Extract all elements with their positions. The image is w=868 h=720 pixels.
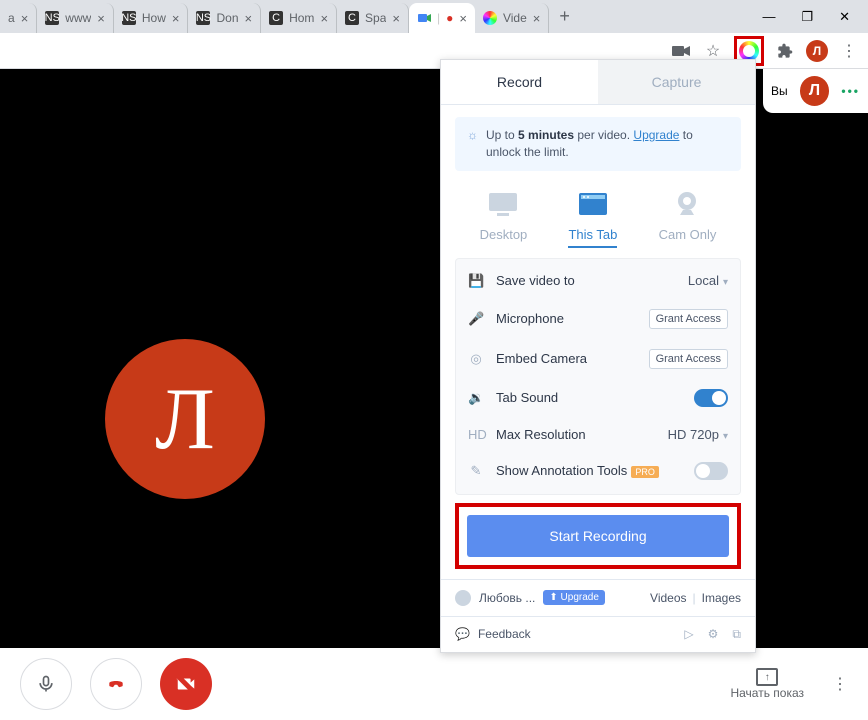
kebab-menu-icon[interactable]: ⋮ (838, 40, 860, 62)
meeting-bottombar: Начать показ ⋮ (0, 648, 868, 720)
upgrade-banner: ☼ Up to 5 minutes per video. Upgrade to … (455, 117, 741, 171)
bulb-icon: ☼ (467, 127, 478, 161)
resolution-value[interactable]: HD 720p▾ (668, 427, 728, 442)
close-icon[interactable]: × (21, 11, 29, 26)
tab-divider: | (437, 11, 440, 25)
popup-tabs: Record Capture (441, 60, 755, 105)
settings-panel: 💾 Save video to Local▾ 🎤 Microphone Gran… (455, 258, 741, 495)
webcam-icon (669, 189, 705, 219)
mode-cam-only[interactable]: Cam Only (659, 189, 717, 248)
mic-button[interactable] (20, 658, 72, 710)
close-icon[interactable]: × (172, 11, 180, 26)
mic-icon: 🎤 (468, 311, 484, 327)
browser-tab-active[interactable]: | ● × (409, 3, 475, 33)
hd-icon: HD (468, 427, 484, 442)
close-icon[interactable]: × (97, 11, 105, 26)
hangup-button[interactable] (90, 658, 142, 710)
more-options-button[interactable]: ⋮ (832, 674, 848, 694)
user-name: Любовь ... (479, 591, 535, 605)
tab-record[interactable]: Record (441, 60, 598, 104)
browser-tab[interactable]: Vide× (475, 3, 549, 33)
present-button[interactable]: Начать показ (730, 668, 804, 700)
self-view-ribbon: Вы Л ••• (763, 69, 868, 113)
minimize-button[interactable]: — (762, 9, 775, 24)
videos-link[interactable]: Videos (650, 591, 686, 605)
browser-tab[interactable]: a× (0, 3, 37, 33)
tab-capture[interactable]: Capture (598, 60, 755, 104)
mode-this-tab[interactable]: This Tab (568, 189, 617, 248)
favicon: NS (122, 11, 136, 25)
favicon: C (345, 11, 359, 25)
feedback-icon: 💬 (455, 627, 470, 641)
close-icon[interactable]: × (392, 11, 400, 26)
close-icon[interactable]: × (320, 11, 328, 26)
close-icon[interactable]: × (245, 11, 253, 26)
present-label: Начать показ (730, 686, 804, 700)
desktop-icon (485, 189, 521, 219)
upgrade-link[interactable]: Upgrade (633, 128, 679, 142)
tab-sound-toggle[interactable] (694, 389, 728, 407)
setting-tab-sound: 🔉 Tab Sound (456, 379, 740, 417)
present-icon (756, 668, 778, 686)
annotation-toggle[interactable] (694, 462, 728, 480)
record-indicator-icon: ● (446, 11, 453, 25)
annotation-icon: ✎ (468, 463, 484, 479)
mode-desktop[interactable]: Desktop (480, 189, 528, 248)
feedback-link[interactable]: Feedback (478, 627, 531, 641)
browser-tab[interactable]: CSpa× (337, 3, 409, 33)
images-link[interactable]: Images (702, 591, 741, 605)
browser-tab[interactable]: NSwww× (37, 3, 114, 33)
save-value[interactable]: Local▾ (688, 273, 728, 288)
setting-annotation: ✎ Show Annotation ToolsPRO (456, 452, 740, 490)
grant-cam-button[interactable]: Grant Access (649, 349, 728, 369)
nimbus-popup: Record Capture ☼ Up to 5 minutes per vid… (440, 59, 756, 653)
setting-microphone: 🎤 Microphone Grant Access (456, 299, 740, 339)
save-icon: 💾 (468, 273, 484, 289)
camera-off-button[interactable] (160, 658, 212, 710)
favicon: NS (45, 11, 59, 25)
more-icon[interactable]: ••• (841, 84, 860, 98)
favicon: NS (196, 11, 210, 25)
tab-icon (575, 189, 611, 219)
user-avatar-icon (455, 590, 471, 606)
popup-footer-user: Любовь ... ⬆ Upgrade Videos | Images (441, 579, 755, 616)
popup-footer-feedback: 💬 Feedback ▷ ⚙ ⧉ (441, 616, 755, 652)
close-icon[interactable]: × (459, 11, 467, 26)
camera-icon: ◎ (468, 351, 484, 367)
upgrade-button[interactable]: ⬆ Upgrade (543, 590, 605, 605)
pro-badge: PRO (631, 466, 659, 478)
maximize-button[interactable]: ❐ (801, 9, 813, 25)
browser-tabbar: a× NSwww× NSHow× NSDon× CHom× CSpa× | ● … (0, 0, 868, 33)
sound-icon: 🔉 (468, 390, 484, 406)
browser-tab[interactable]: NSDon× (188, 3, 261, 33)
play-icon[interactable]: ▷ (684, 627, 693, 642)
setting-save-to[interactable]: 💾 Save video to Local▾ (456, 263, 740, 299)
favicon (483, 11, 497, 25)
close-window-button[interactable]: ✕ (839, 9, 850, 25)
mode-selector: Desktop This Tab Cam Only (455, 189, 741, 248)
extensions-icon[interactable] (774, 40, 796, 62)
profile-avatar[interactable]: Л (806, 40, 828, 62)
setting-camera: ◎ Embed Camera Grant Access (456, 339, 740, 379)
start-recording-button[interactable]: Start Recording (467, 515, 729, 557)
window-controls: — ❐ ✕ (744, 9, 868, 25)
popout-icon[interactable]: ⧉ (732, 627, 741, 642)
banner-text: Up to 5 minutes per video. Upgrade to un… (486, 127, 729, 161)
start-highlight: Start Recording (455, 503, 741, 569)
browser-tab[interactable]: CHom× (261, 3, 337, 33)
self-avatar: Л (800, 76, 830, 106)
self-label: Вы (771, 84, 788, 98)
participant-avatar: Л (105, 339, 265, 499)
favicon: C (269, 11, 283, 25)
grant-mic-button[interactable]: Grant Access (649, 309, 728, 329)
browser-tab[interactable]: NSHow× (114, 3, 189, 33)
meet-favicon (417, 11, 431, 25)
new-tab-button[interactable]: + (549, 6, 580, 27)
settings-gear-icon[interactable]: ⚙ (708, 627, 719, 642)
close-icon[interactable]: × (533, 11, 541, 26)
setting-resolution[interactable]: HD Max Resolution HD 720p▾ (456, 417, 740, 452)
